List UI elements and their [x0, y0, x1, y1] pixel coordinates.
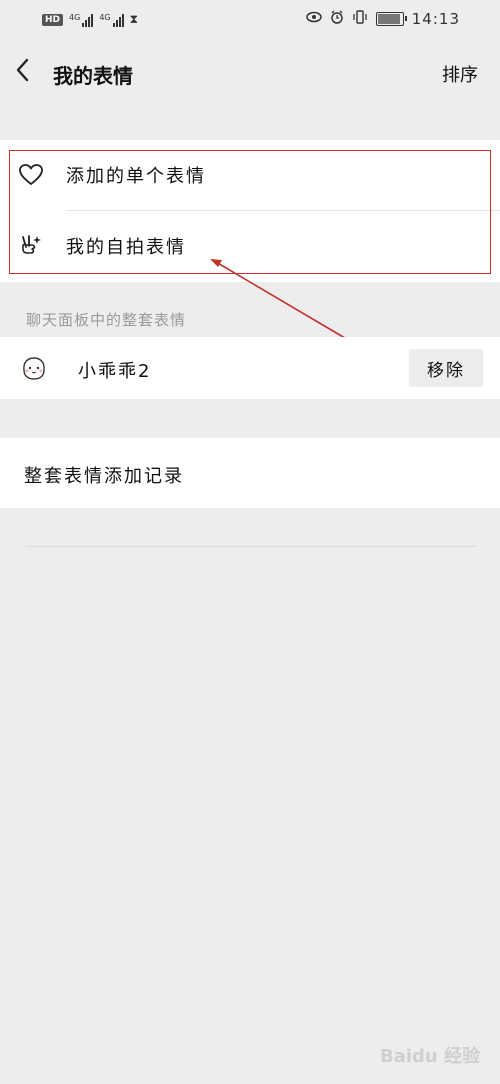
remove-button[interactable]: 移除 [409, 349, 483, 387]
sticker-avatar-icon [19, 353, 49, 383]
section-title: 聊天面板中的整套表情 [26, 311, 187, 329]
pack-add-history-row[interactable]: 整套表情添加记录 [0, 438, 500, 508]
divider [26, 546, 476, 547]
pack-add-history-label: 整套表情添加记录 [24, 466, 184, 487]
baidu-watermark: Baidu 经验 [379, 1046, 480, 1067]
annotation-arrow [210, 259, 351, 342]
sticker-pack-name: 小乖乖2 [78, 361, 152, 382]
sticker-pack-row[interactable]: 小乖乖2 移除 [0, 337, 500, 399]
